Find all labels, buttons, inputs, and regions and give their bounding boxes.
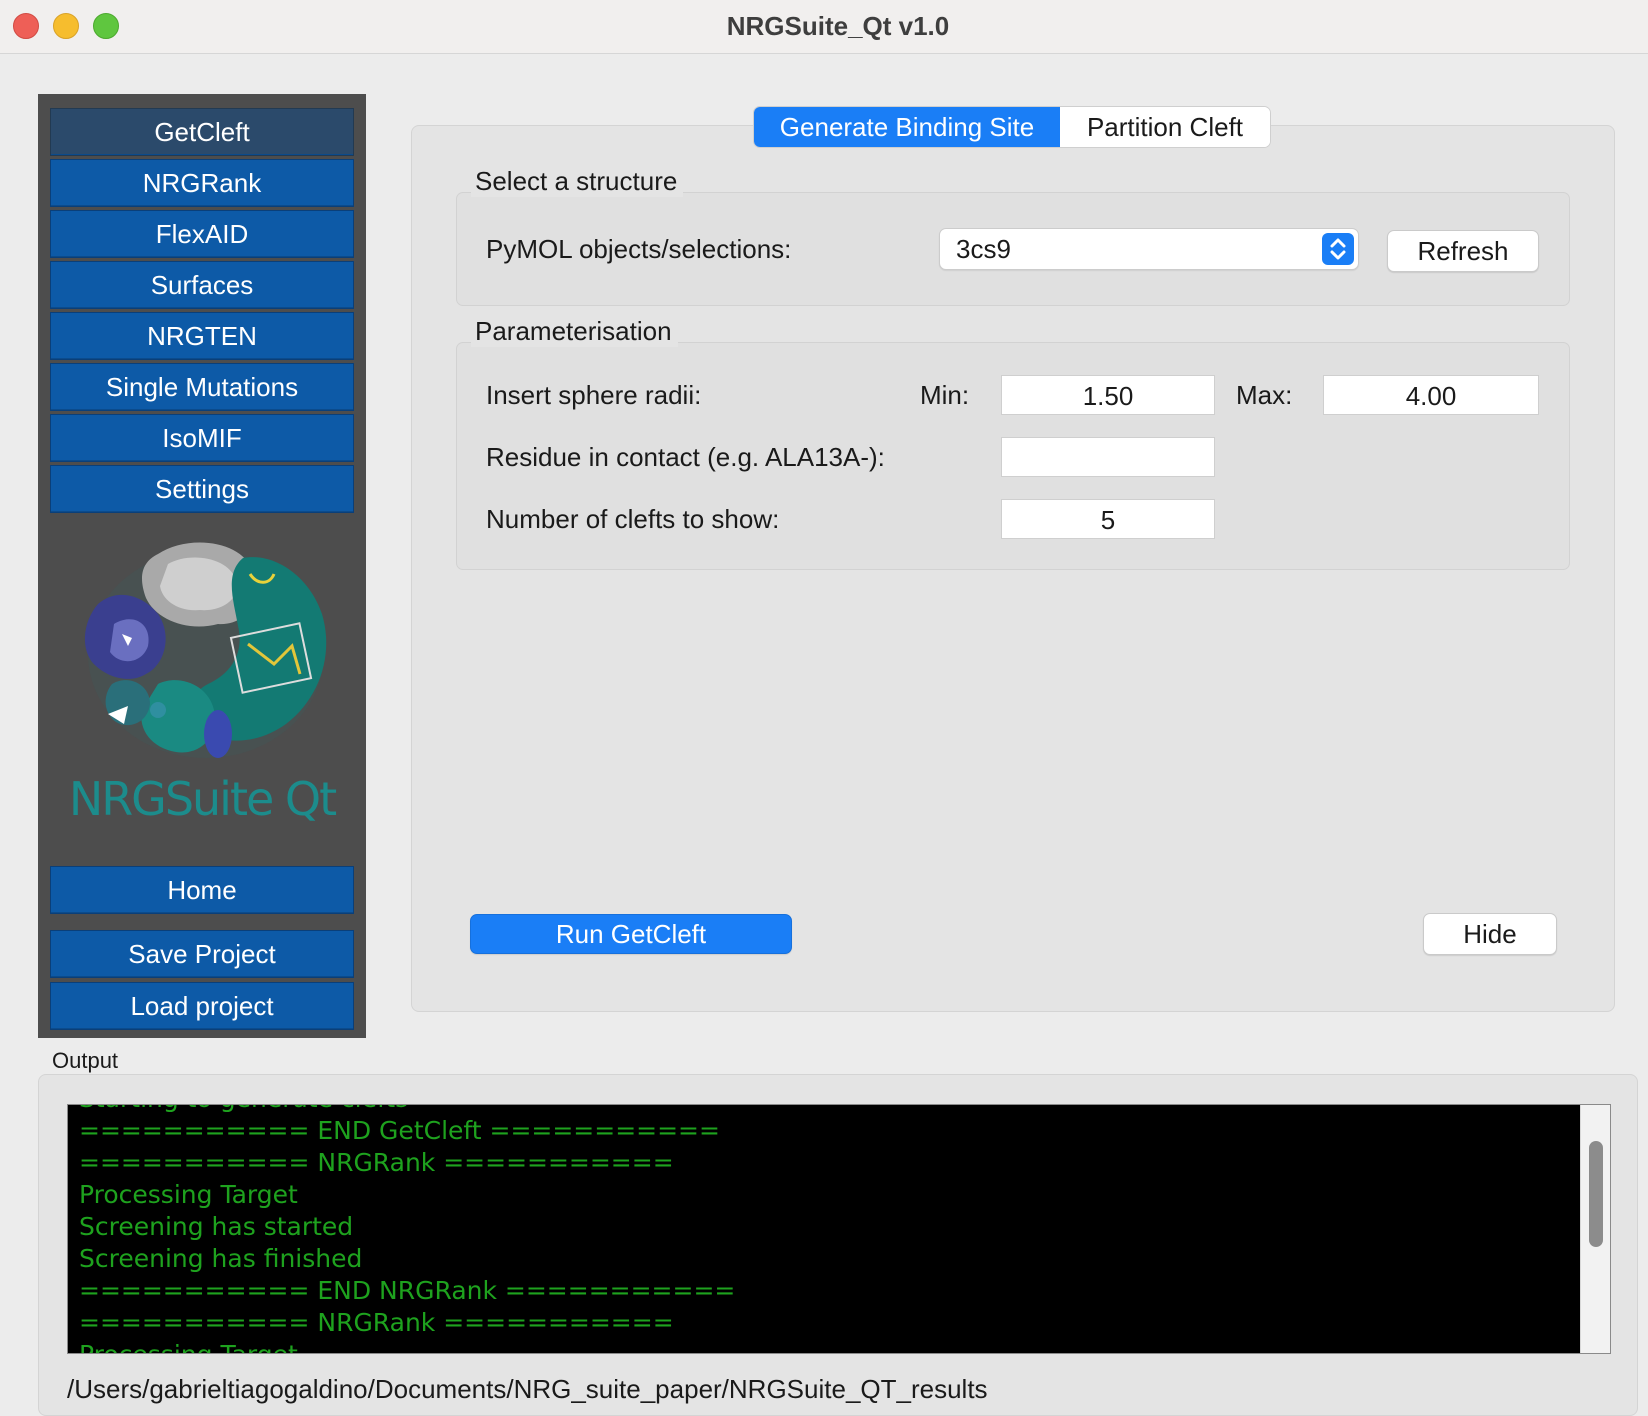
sidebar-item-getcleft[interactable]: GetCleft <box>50 108 354 156</box>
console-line: Starting to generate clefts <box>79 1105 1539 1115</box>
max-label: Max: <box>1236 380 1293 410</box>
load-project-button[interactable]: Load project <box>50 982 354 1030</box>
sidebar-item-nrgrank[interactable]: NRGRank <box>50 159 354 207</box>
pymol-object-select[interactable]: 3cs9 <box>939 228 1359 270</box>
console-line: Screening has finished <box>79 1244 363 1273</box>
save-project-button[interactable]: Save Project <box>50 930 354 978</box>
console-lines: Starting to generate clefts =========== … <box>79 1105 1539 1353</box>
console-scrollbar-thumb[interactable] <box>1589 1141 1603 1247</box>
sidebar-item-isomif[interactable]: IsoMIF <box>50 414 354 462</box>
console-line: =========== END GetCleft =========== <box>79 1116 720 1145</box>
sidebar-item-flexaid[interactable]: FlexAID <box>50 210 354 258</box>
protein-structure-logo-image <box>84 542 327 758</box>
selected-object-value: 3cs9 <box>956 234 1011 264</box>
sidebar-item-nrgten[interactable]: NRGTEN <box>50 312 354 360</box>
output-label: Output <box>52 1048 119 1073</box>
results-path: /Users/gabrieltiagogaldino/Documents/NRG… <box>67 1374 988 1404</box>
console-line: =========== NRGRank =========== <box>79 1308 674 1337</box>
structure-group-title: Select a structure <box>471 166 684 197</box>
window-title: NRGSuite_Qt v1.0 <box>726 11 950 41</box>
clefts-count-label: Number of clefts to show: <box>486 504 780 534</box>
pymol-objects-label: PyMOL objects/selections: <box>486 234 792 264</box>
residue-contact-input[interactable] <box>1001 437 1215 477</box>
refresh-button[interactable]: Refresh <box>1387 230 1539 272</box>
sidebar-item-settings[interactable]: Settings <box>50 465 354 513</box>
min-radius-input[interactable]: 1.50 <box>1001 375 1215 415</box>
tab-bar: Generate Binding Site Partition Cleft <box>753 106 1271 148</box>
run-getcleft-button[interactable]: Run GetCleft <box>470 914 792 954</box>
tab-generate-binding-site[interactable]: Generate Binding Site <box>754 107 1060 147</box>
sphere-radii-label: Insert sphere radii: <box>486 380 702 410</box>
console-line: =========== END NRGRank =========== <box>79 1276 736 1305</box>
tab-partition-cleft[interactable]: Partition Cleft <box>1060 107 1270 147</box>
sidebar-item-surfaces[interactable]: Surfaces <box>50 261 354 309</box>
clefts-count-input[interactable]: 5 <box>1001 499 1215 539</box>
hide-button[interactable]: Hide <box>1423 913 1557 955</box>
app-window: NRGSuite_Qt v1.0 GetCleft NRGRank FlexAI… <box>0 0 1648 1416</box>
title-bar: NRGSuite_Qt v1.0 <box>0 0 1648 54</box>
output-console[interactable]: Starting to generate clefts =========== … <box>67 1104 1611 1354</box>
console-line: =========== NRGRank =========== <box>79 1148 674 1177</box>
residue-contact-label: Residue in contact (e.g. ALA13A-): <box>486 442 885 472</box>
console-scrollbar[interactable] <box>1580 1105 1610 1353</box>
console-line: Processing Target <box>79 1180 298 1209</box>
logo-text: NRGSuite Qt <box>68 772 337 826</box>
max-radius-input[interactable]: 4.00 <box>1323 375 1539 415</box>
min-label: Min: <box>920 380 970 410</box>
console-line: Processing Target <box>79 1339 1539 1353</box>
home-button[interactable]: Home <box>50 866 354 914</box>
sidebar: GetCleft NRGRank FlexAID Surfaces NRGTEN… <box>38 94 366 1038</box>
sidebar-item-single-mutations[interactable]: Single Mutations <box>50 363 354 411</box>
parameterisation-group-title: Parameterisation <box>471 316 678 347</box>
chevron-up-down-icon <box>1322 233 1354 265</box>
console-line: Screening has started <box>79 1212 354 1241</box>
